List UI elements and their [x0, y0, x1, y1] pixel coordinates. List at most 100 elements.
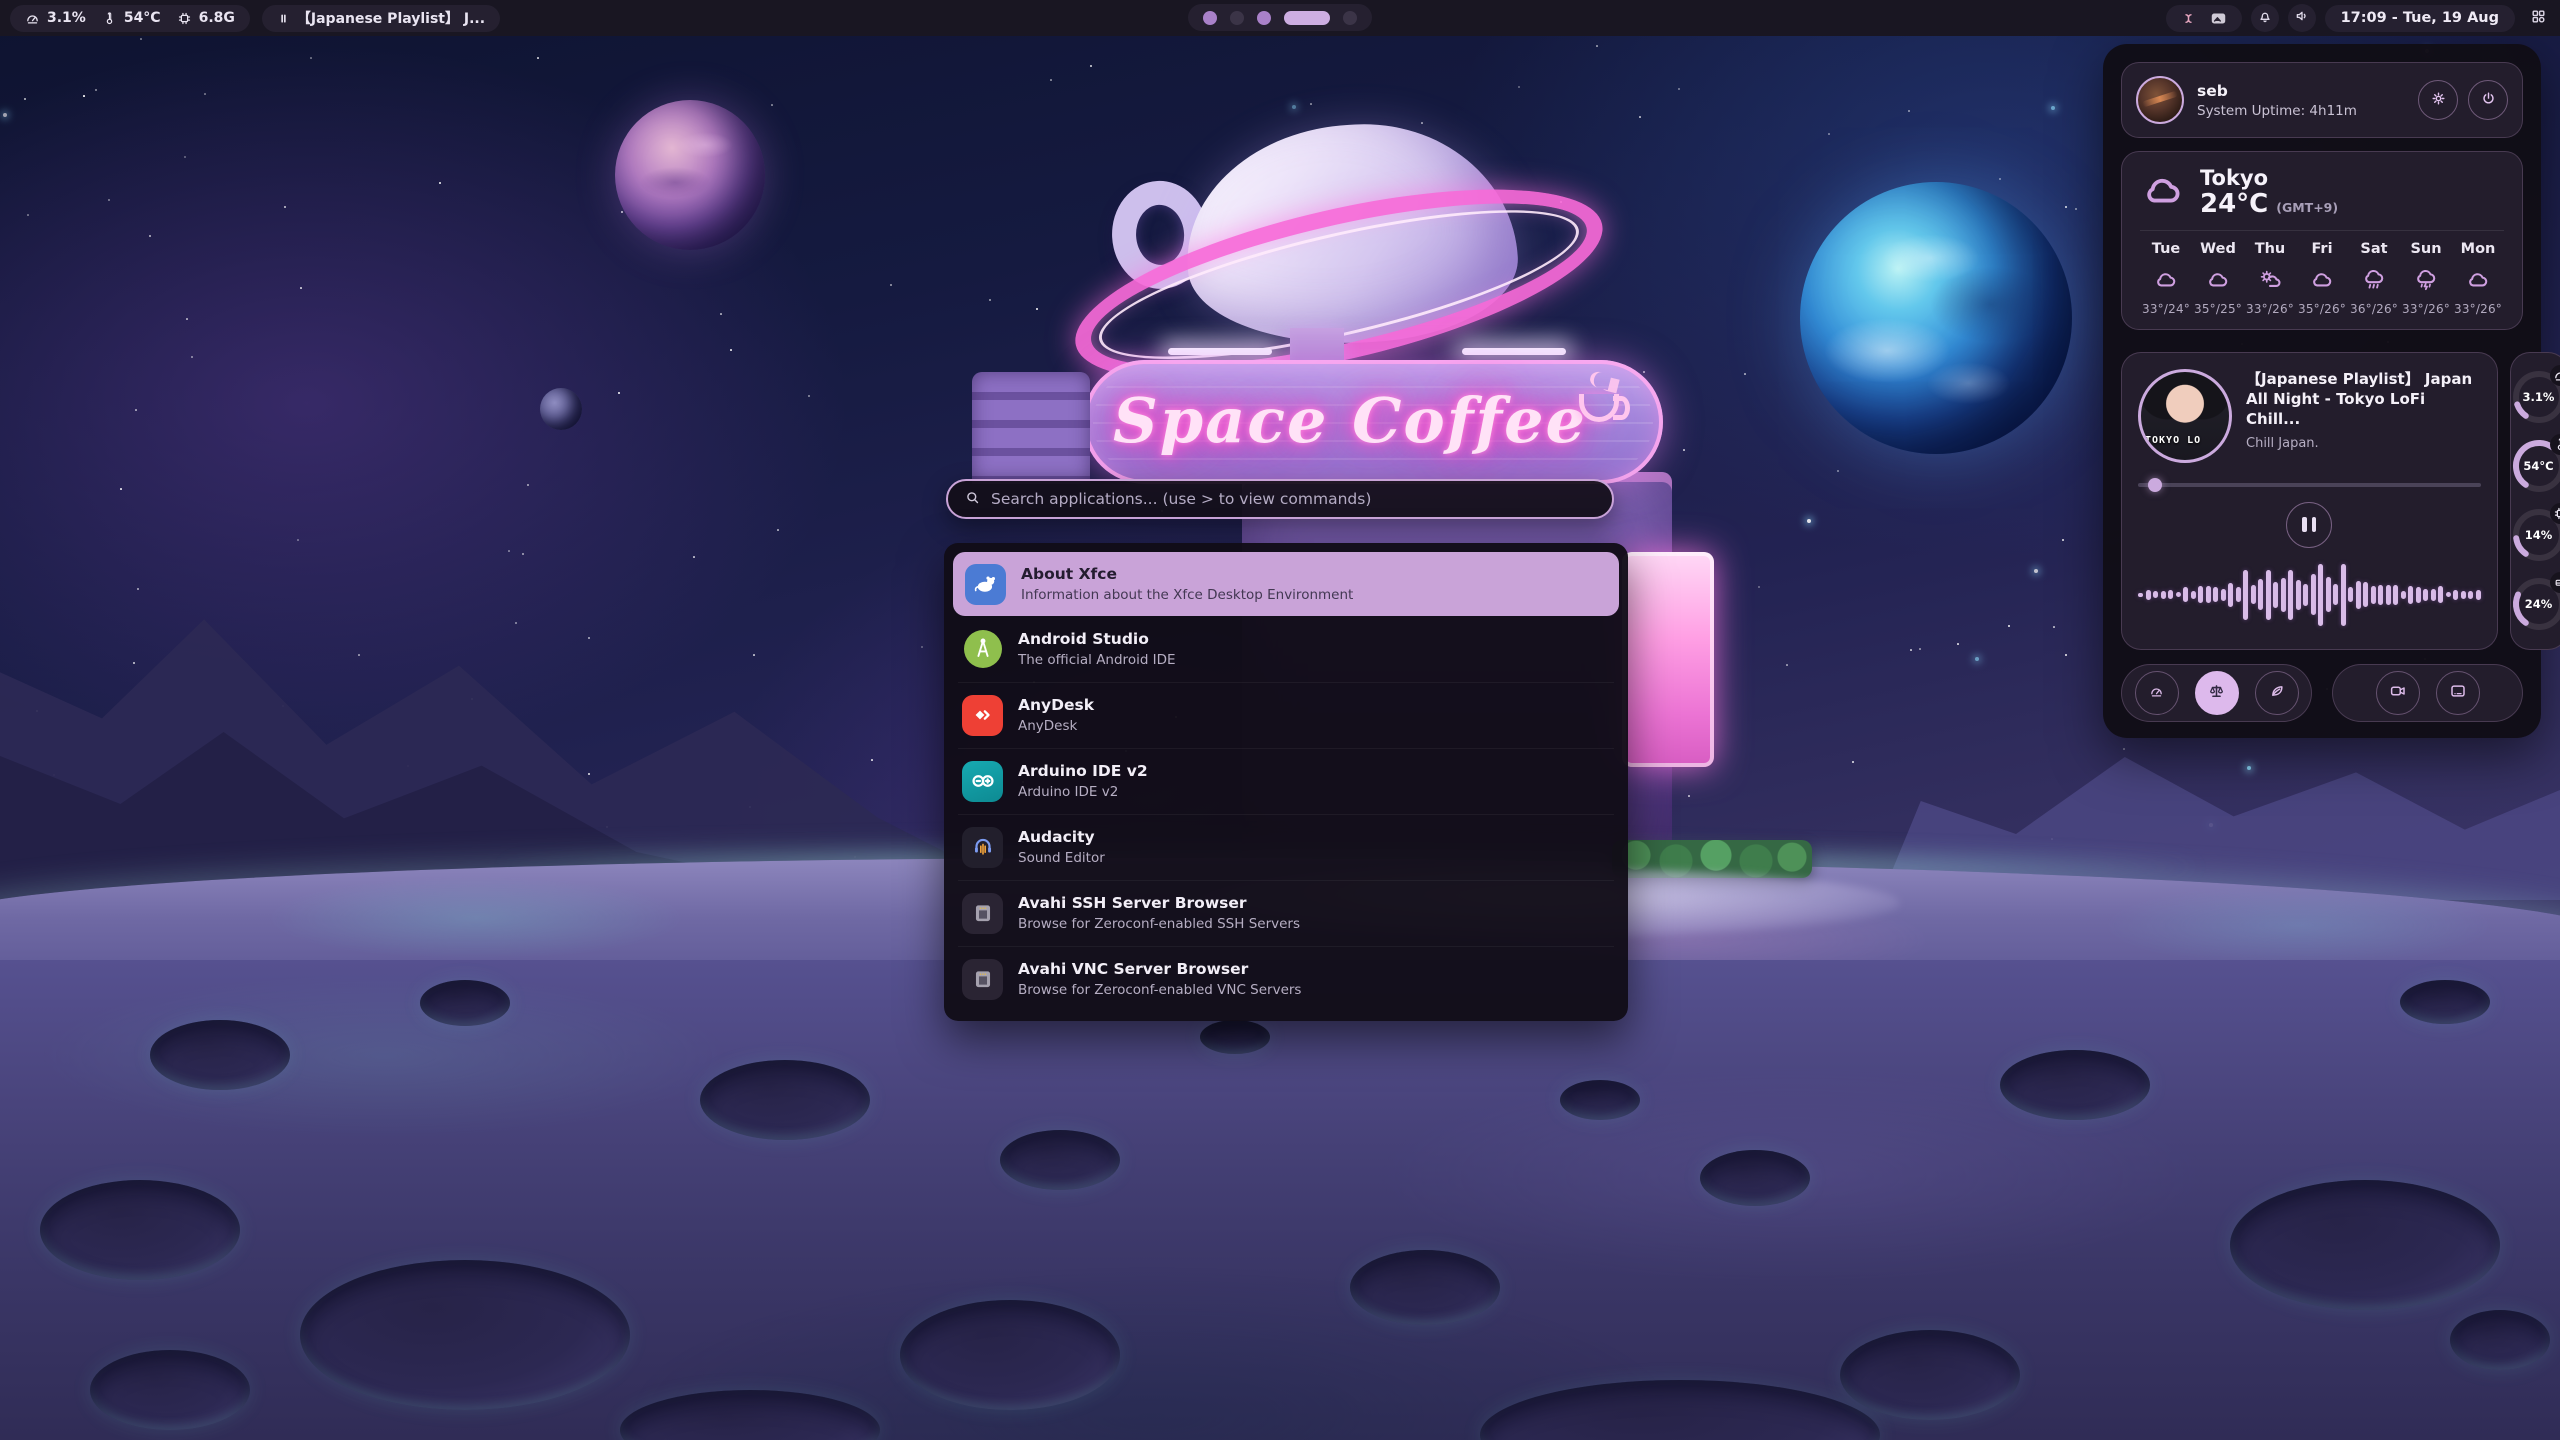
sign-lamp-right — [1462, 348, 1566, 355]
app-result-description: Browse for Zeroconf-enabled SSH Servers — [1018, 916, 1300, 932]
app-launcher: About XfceInformation about the Xfce Des… — [946, 479, 1614, 519]
app-result-description: Arduino IDE v2 — [1018, 784, 1148, 800]
crater — [1560, 1080, 1640, 1120]
seek-track — [2138, 483, 2481, 487]
memory-stat-value: 6.8G — [199, 10, 235, 26]
seek-bar[interactable] — [2138, 478, 2481, 492]
app-result-title: Arduino IDE v2 — [1018, 762, 1148, 781]
gauge-chip: 14% — [2511, 507, 2560, 563]
cpu-stat: 3.1% — [25, 10, 86, 26]
app-result-arduino-ide-v2[interactable]: Arduino IDE v2 Arduino IDE v2 — [944, 748, 1628, 814]
crater — [2230, 1180, 2500, 1310]
volume-button[interactable] — [2288, 4, 2316, 32]
pause-icon[interactable] — [277, 12, 290, 25]
capture-actions-group — [2332, 664, 2523, 722]
weather-forecast: Tue33°/24°Wed35°/25°Thu33°/26°Fri35°/26°… — [2140, 241, 2504, 316]
crater — [2450, 1310, 2550, 1370]
workspace-dot-active[interactable] — [1284, 11, 1330, 25]
workspace-dot-occupied[interactable] — [1203, 11, 1217, 25]
top-panel: 3.1% 54°C 6.8G 【Japanese Playlist】 J... — [0, 0, 2560, 36]
app-result-description: Browse for Zeroconf-enabled VNC Servers — [1018, 982, 1301, 998]
launcher-search[interactable] — [946, 479, 1614, 519]
cloud-icon — [2140, 263, 2192, 297]
clock[interactable]: 17:09 - Tue, 19 Aug — [2325, 5, 2515, 32]
app-result-audacity[interactable]: AudacitySound Editor — [944, 814, 1628, 880]
profile-balanced-button[interactable] — [2195, 671, 2239, 715]
crater — [300, 1260, 630, 1410]
crater — [150, 1020, 290, 1090]
profile-power-saver-button[interactable] — [2255, 671, 2299, 715]
album-caption: TOKYO LO — [2145, 435, 2201, 446]
now-playing-label: 【Japanese Playlist】 J... — [297, 8, 485, 28]
crater — [1350, 1250, 1500, 1325]
leaf-icon — [2268, 682, 2286, 703]
input-method-icon[interactable] — [2181, 11, 2196, 26]
app-result-title: Avahi SSH Server Browser — [1018, 894, 1300, 913]
shop-neon-window — [1622, 552, 1714, 767]
crater — [1000, 1130, 1120, 1190]
moon-surface-near — [0, 960, 2560, 1440]
screen-record-button[interactable] — [2376, 671, 2420, 715]
bell-icon — [2257, 8, 2273, 28]
app-result-title: Android Studio — [1018, 630, 1176, 649]
speedometer-icon — [2149, 684, 2164, 702]
app-grid-button[interactable] — [2524, 4, 2552, 32]
notifications-button[interactable] — [2251, 4, 2279, 32]
play-pause-button[interactable] — [2286, 502, 2332, 548]
track-artist: Chill Japan. — [2246, 436, 2481, 451]
crater — [620, 1390, 880, 1440]
avatar — [2136, 76, 2184, 124]
album-art: TOKYO LO — [2138, 369, 2232, 463]
crater — [700, 1060, 870, 1140]
camera-icon — [2389, 682, 2407, 703]
rain-icon — [2348, 263, 2400, 297]
workspace-dot-occupied[interactable] — [1257, 11, 1271, 25]
shop-stairs — [972, 372, 1090, 484]
scales-icon — [2207, 682, 2226, 704]
purple-planet — [615, 100, 765, 250]
avahi-app-icon — [962, 959, 1003, 1000]
widget-panel: seb System Uptime: 4h11m Tokyo 24°C (GMT… — [2103, 44, 2541, 738]
workspace-dot-empty[interactable] — [1343, 11, 1357, 25]
seek-knob[interactable] — [2148, 478, 2162, 492]
volume-icon — [2294, 8, 2310, 28]
thermometer-icon — [102, 11, 117, 26]
workspace-dot-empty[interactable] — [1230, 11, 1244, 25]
app-result-title: Avahi VNC Server Browser — [1018, 960, 1301, 979]
crater — [1840, 1330, 2020, 1420]
search-input[interactable] — [991, 490, 1596, 508]
app-result-avahi-ssh-server-browser[interactable]: Avahi SSH Server Browser Browse for Zeroc… — [944, 880, 1628, 946]
workspace-indicator[interactable] — [1188, 4, 1372, 31]
forecast-day-thu: Thu33°/26° — [2244, 241, 2296, 316]
forecast-day-sat: Sat36°/26° — [2348, 241, 2400, 316]
settings-button[interactable] — [2418, 80, 2458, 120]
indicator-pill[interactable] — [2166, 5, 2242, 32]
cloud-icon — [2296, 263, 2348, 297]
crater — [1200, 1020, 1270, 1054]
app-result-description: Information about the Xfce Desktop Envir… — [1021, 587, 1353, 603]
forecast-day-tue: Tue33°/24° — [2140, 241, 2192, 316]
audio-visualizer — [2138, 553, 2481, 637]
app-result-avahi-vnc-server-browser[interactable]: Avahi VNC Server Browser Browse for Zeroc… — [944, 946, 1628, 1012]
power-profiles-group — [2121, 664, 2312, 722]
power-button[interactable] — [2468, 80, 2508, 120]
search-icon — [964, 489, 981, 510]
app-result-description: The official Android IDE — [1018, 652, 1176, 668]
media-player-card: TOKYO LO 【Japanese Playlist】 Japan All N… — [2121, 352, 2498, 650]
speedometer-icon — [25, 11, 40, 26]
app-result-about-xfce[interactable]: About XfceInformation about the Xfce Des… — [953, 552, 1619, 616]
screenshot-button[interactable] — [2436, 671, 2480, 715]
app-result-anydesk[interactable]: AnyDeskAnyDesk — [944, 682, 1628, 748]
screen-icon — [2449, 682, 2467, 703]
arduino-app-icon — [962, 761, 1003, 802]
wallpaper-indicator-icon[interactable] — [2210, 10, 2227, 27]
neon-sign: Space Coffee — [1083, 360, 1663, 484]
forecast-day-fri: Fri35°/26° — [2296, 241, 2348, 316]
profile-performance-button[interactable] — [2135, 671, 2179, 715]
app-result-android-studio[interactable]: Android Studio The official Android IDE — [944, 616, 1628, 682]
weather-cloud-icon — [2140, 168, 2186, 218]
now-playing-pill[interactable]: 【Japanese Playlist】 J... — [262, 5, 500, 32]
launcher-results: About XfceInformation about the Xfce Des… — [944, 543, 1628, 1021]
app-result-description: Sound Editor — [1018, 850, 1105, 866]
xfce-app-icon — [965, 564, 1006, 605]
